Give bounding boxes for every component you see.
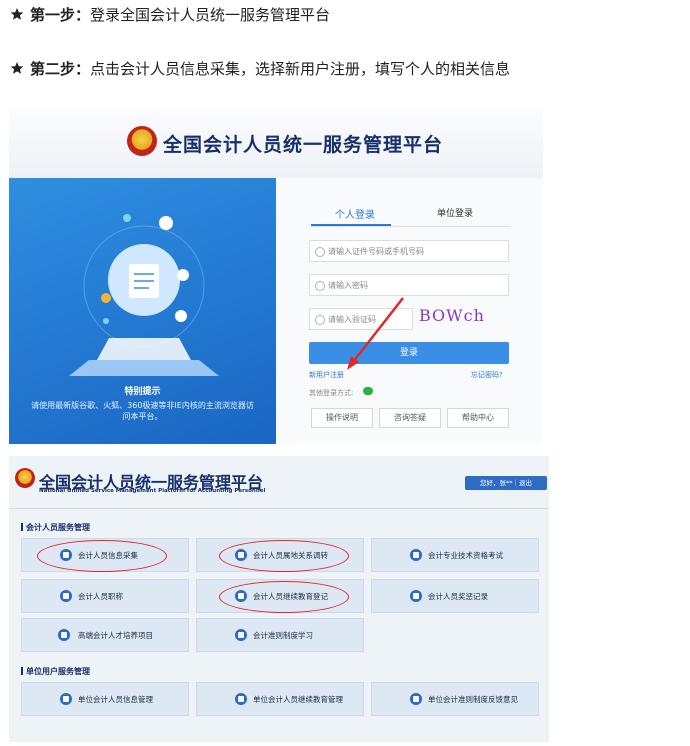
- password-input[interactable]: 请输入密码: [309, 274, 509, 296]
- step-text: 点击会计人员信息采集，选择新用户注册，填写个人的相关信息: [90, 60, 511, 78]
- help-center-button[interactable]: 帮助中心: [447, 408, 509, 428]
- tip-text: 请使用最新版谷歌、火狐、360极速等非IE内核的主流浏览器访问本平台。: [31, 401, 254, 421]
- other-login-label: 其他登录方式:: [309, 389, 354, 397]
- annotation-circle: [219, 581, 349, 613]
- captcha-placeholder: 请输入验证码: [328, 315, 376, 324]
- login-button[interactable]: 登录: [309, 342, 509, 364]
- card-qualification-exam[interactable]: 会计专业技术资格考试: [371, 538, 539, 572]
- card-professional-title[interactable]: 会计人员职称: [21, 579, 189, 613]
- card-label: 单位会计准则制度反馈意见: [428, 695, 518, 704]
- login-screenshot: 全国会计人员统一服务管理平台 特别提示 请使用最新版谷歌、火狐、360极速等非I…: [9, 108, 543, 444]
- card-label: 单位会计人员信息管理: [78, 695, 153, 704]
- portal-screenshot: 全国会计人员统一服务管理平台 National Unified Service …: [9, 456, 549, 742]
- unit-education-icon: [235, 693, 247, 705]
- tab-active-underline: [311, 224, 391, 226]
- tab-personal-login[interactable]: 个人登录: [335, 206, 375, 221]
- national-emblem-icon: [15, 468, 35, 488]
- star-icon: [10, 62, 24, 74]
- annotation-circle: [219, 540, 349, 572]
- help-operation-label: 操作说明: [326, 413, 358, 422]
- unit-info-icon: [60, 693, 72, 705]
- help-consult-button[interactable]: 咨询答疑: [379, 408, 441, 428]
- card-label: 会计人员奖惩记录: [428, 592, 488, 601]
- title-icon: [60, 590, 72, 602]
- step-text: 登录全国会计人员统一服务管理平台: [90, 6, 331, 24]
- section-unit-services: 单位用户服务管理: [21, 666, 90, 677]
- card-label: 会计人员职称: [78, 592, 123, 601]
- captcha-image[interactable]: BOWch: [419, 306, 511, 332]
- id-number-placeholder: 请输入证件号码或手机号码: [328, 247, 424, 256]
- user-greeting[interactable]: 您好，张**｜退出: [465, 476, 547, 490]
- register-link[interactable]: 新用户注册: [309, 370, 344, 380]
- shield-icon: [315, 315, 325, 325]
- card-label: 会计准则制度学习: [253, 631, 313, 640]
- card-unit-feedback[interactable]: 单位会计准则制度反馈意见: [371, 682, 539, 716]
- study-icon: [235, 629, 247, 641]
- login-page-title: 全国会计人员统一服务管理平台: [163, 134, 444, 156]
- step-label: 第二步：: [30, 60, 91, 78]
- feedback-icon: [410, 693, 422, 705]
- header-divider: [9, 508, 549, 509]
- record-icon: [410, 590, 422, 602]
- graduation-cap-icon: [58, 629, 70, 641]
- star-icon: [10, 8, 24, 20]
- national-emblem-icon: [127, 126, 157, 156]
- card-unit-info-management[interactable]: 单位会计人员信息管理: [21, 682, 189, 716]
- section-accountant-services: 会计人员服务管理: [21, 522, 90, 533]
- portal-page-subtitle: National Unified Service Management Plat…: [39, 488, 266, 494]
- exam-icon: [410, 549, 422, 561]
- step-label: 第一步：: [30, 6, 91, 24]
- user-icon: [315, 247, 325, 257]
- step-1: 第一步：登录全国会计人员统一服务管理平台: [10, 4, 330, 25]
- card-rewards-penalties[interactable]: 会计人员奖惩记录: [371, 579, 539, 613]
- login-header: 全国会计人员统一服务管理平台: [9, 108, 543, 178]
- tab-unit-login[interactable]: 单位登录: [437, 206, 473, 219]
- card-label: 会计专业技术资格考试: [428, 551, 503, 560]
- card-label: 高端会计人才培养项目: [78, 631, 153, 640]
- card-unit-education-management[interactable]: 单位会计人员继续教育管理: [196, 682, 364, 716]
- card-label: 单位会计人员继续教育管理: [253, 695, 343, 704]
- card-talent-program[interactable]: 高端会计人才培养项目: [21, 618, 189, 652]
- annotation-circle: [37, 540, 167, 572]
- card-standards-study[interactable]: 会计准则制度学习: [196, 618, 364, 652]
- step-2: 第二步：点击会计人员信息采集，选择新用户注册，填写个人的相关信息: [10, 58, 510, 79]
- lock-icon: [315, 281, 325, 291]
- help-center-label: 帮助中心: [462, 413, 494, 422]
- wechat-icon[interactable]: [363, 387, 373, 395]
- tip-title: 特别提示: [124, 387, 161, 397]
- id-number-input[interactable]: 请输入证件号码或手机号码: [309, 240, 509, 262]
- tab-divider: [311, 226, 511, 227]
- help-consult-label: 咨询答疑: [394, 413, 426, 422]
- password-placeholder: 请输入密码: [328, 281, 368, 290]
- login-illustration-panel: 特别提示 请使用最新版谷歌、火狐、360极速等非IE内核的主流浏览器访问本平台。: [9, 178, 276, 444]
- help-operation-button[interactable]: 操作说明: [311, 408, 373, 428]
- forgot-password-link[interactable]: 忘记密码?: [471, 370, 503, 380]
- captcha-input[interactable]: 请输入验证码: [309, 308, 413, 330]
